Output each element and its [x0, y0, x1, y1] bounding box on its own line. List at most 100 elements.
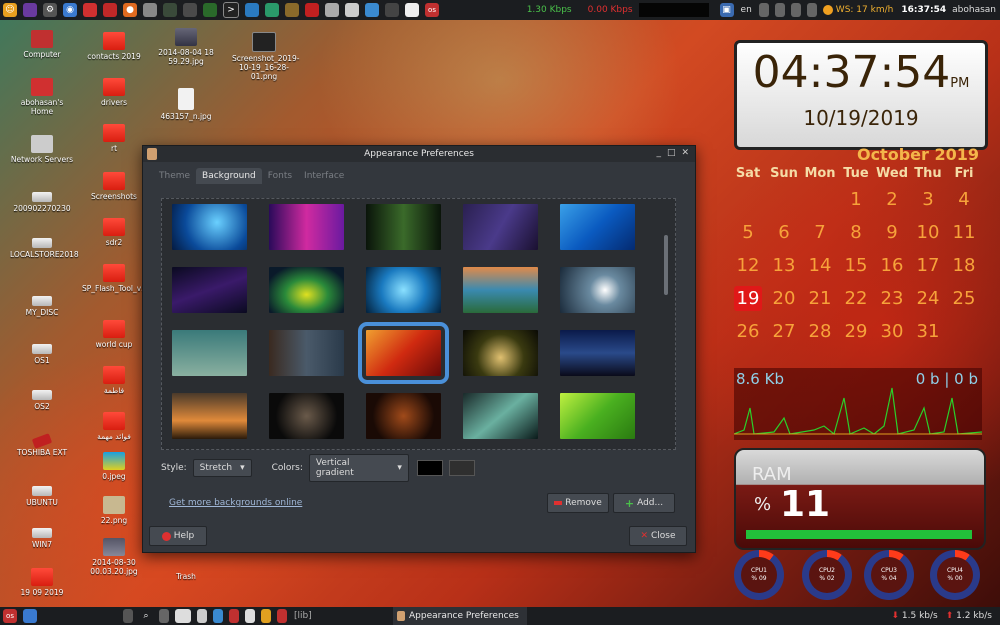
- launcher-icon[interactable]: [23, 3, 37, 17]
- monitor-icon[interactable]: [163, 3, 177, 17]
- maximize-icon[interactable]: □: [667, 148, 676, 158]
- wallpaper-thumbnail[interactable]: [560, 330, 635, 376]
- wallpaper-thumbnail[interactable]: [172, 330, 247, 376]
- desktop-icon-image[interactable]: 2014-08-04 18 59.29.jpg: [154, 28, 218, 66]
- terminal-icon[interactable]: >: [223, 2, 239, 18]
- get-more-backgrounds-link[interactable]: Get more backgrounds online: [169, 498, 302, 508]
- os-menu-icon[interactable]: os: [3, 609, 17, 623]
- wallpaper-thumbnail[interactable]: [463, 330, 538, 376]
- app-icon[interactable]: [345, 3, 359, 17]
- wallpaper-thumbnail[interactable]: [463, 204, 538, 250]
- desktop-icon-drive[interactable]: MY_DISC: [10, 290, 74, 317]
- wallpaper-thumbnail[interactable]: [269, 204, 344, 250]
- app-icon[interactable]: [245, 3, 259, 17]
- app-icon[interactable]: [229, 609, 239, 623]
- desktop-icon-folder[interactable]: world cup: [82, 320, 146, 349]
- wallpaper-thumbnail[interactable]: [269, 393, 344, 439]
- settings-icon[interactable]: ⚙: [43, 3, 57, 17]
- desktop-icon-trash[interactable]: Trash: [154, 552, 218, 581]
- desktop-icon-folder[interactable]: contacts 2019: [82, 32, 146, 61]
- add-button[interactable]: + Add...: [613, 493, 675, 513]
- wallpaper-thumbnail[interactable]: [172, 204, 247, 250]
- wallpaper-thumbnail[interactable]: [366, 267, 441, 313]
- desktop-icon-folder[interactable]: sdr2: [82, 218, 146, 247]
- desktop-icon-folder[interactable]: فاطمة: [82, 366, 146, 395]
- desktop-icon-home[interactable]: abohasan's Home: [10, 78, 74, 116]
- document-icon[interactable]: [213, 609, 223, 623]
- volume-icon[interactable]: [806, 3, 817, 17]
- desktop-icon-folder[interactable]: فوائد مهمة: [82, 412, 146, 441]
- app-icon[interactable]: [325, 3, 339, 17]
- desktop-icon-drive[interactable]: LOCALSTORE2018: [10, 232, 79, 259]
- app-icon[interactable]: [305, 3, 319, 17]
- clock-text[interactable]: 16:37:54: [901, 5, 946, 15]
- colors-dropdown[interactable]: Vertical gradient ▾: [308, 454, 409, 482]
- wallpaper-thumbnail[interactable]: [560, 267, 635, 313]
- desktop-icon-drive[interactable]: WIN7: [10, 522, 74, 549]
- book-icon[interactable]: [285, 3, 299, 17]
- app-icon[interactable]: [103, 3, 117, 17]
- style-dropdown[interactable]: Stretch ▾: [192, 459, 252, 477]
- search-icon[interactable]: ⌕: [139, 609, 153, 623]
- wallpaper-thumbnail[interactable]: [366, 204, 441, 250]
- tab-background[interactable]: Background: [196, 168, 262, 184]
- folder-icon[interactable]: [277, 609, 287, 623]
- desktop-icon-drive[interactable]: OS1: [10, 338, 74, 365]
- help-button[interactable]: Help: [149, 526, 207, 546]
- folder-task[interactable]: [lib]: [294, 611, 312, 621]
- desktop-icon-folder[interactable]: SP_Flash_Tool_v5.1916_Linux: [82, 264, 191, 293]
- app-icon[interactable]: [123, 609, 133, 623]
- keyboard-layout[interactable]: en: [741, 5, 752, 15]
- tab-fonts[interactable]: Fonts: [262, 168, 298, 184]
- app-icon[interactable]: [265, 3, 279, 17]
- wallpaper-thumbnail[interactable]: [463, 393, 538, 439]
- wallpaper-thumbnail[interactable]: [269, 267, 344, 313]
- wallpaper-thumbnail[interactable]: [560, 393, 635, 439]
- firefox-icon[interactable]: ●: [123, 3, 137, 17]
- battery-icon[interactable]: [790, 3, 801, 17]
- remove-button[interactable]: Remove: [547, 493, 609, 513]
- wallpaper-thumbnail[interactable]: [269, 330, 344, 376]
- app-icon[interactable]: [405, 3, 419, 17]
- wallpaper-thumbnail-selected[interactable]: [358, 322, 449, 384]
- desktop-icon-computer[interactable]: Computer: [10, 30, 74, 59]
- app-icon[interactable]: [83, 3, 97, 17]
- user-name[interactable]: abohasan: [952, 5, 996, 15]
- desktop-icon-folder[interactable]: rt: [82, 124, 146, 153]
- primary-color-swatch[interactable]: [416, 460, 443, 476]
- desktop-icon[interactable]: [23, 609, 37, 623]
- menu-icon[interactable]: ☺: [3, 3, 17, 17]
- desktop-icon-drive[interactable]: TOSHIBA EXT: [10, 430, 74, 457]
- taskbar-appearance-preferences[interactable]: Appearance Preferences: [393, 607, 527, 625]
- tool-icon[interactable]: [183, 3, 197, 17]
- minimize-icon[interactable]: _: [656, 148, 661, 158]
- monitor-icon[interactable]: [758, 3, 769, 17]
- wallpaper-thumbnail[interactable]: [172, 267, 247, 313]
- desktop-icon-drive[interactable]: UBUNTU: [10, 480, 74, 507]
- screenshot-icon[interactable]: ▣: [719, 3, 734, 17]
- app-icon[interactable]: [385, 3, 399, 17]
- keyboard-icon[interactable]: [175, 609, 191, 623]
- desktop-icon-image[interactable]: 22.png: [82, 496, 146, 525]
- app-icon[interactable]: os: [425, 3, 439, 17]
- app-icon[interactable]: [159, 609, 169, 623]
- desktop-icon-image[interactable]: Screenshot_2019-10-19_16-28-01.png: [232, 32, 300, 81]
- desktop-icon-network[interactable]: Network Servers: [10, 135, 74, 164]
- desktop-icon-image[interactable]: 2014-08-30 00.03.20.jpg: [82, 538, 146, 576]
- desktop-icon-drive[interactable]: OS2: [10, 384, 74, 411]
- files-icon[interactable]: [143, 3, 157, 17]
- close-icon[interactable]: ✕: [681, 148, 689, 158]
- wallpaper-thumbnail[interactable]: [560, 204, 635, 250]
- close-button[interactable]: ✕ Close: [629, 526, 687, 546]
- app-icon[interactable]: [261, 609, 271, 623]
- secondary-color-swatch[interactable]: [448, 460, 475, 476]
- chat-icon[interactable]: [365, 3, 379, 17]
- desktop-icon-folder[interactable]: Screenshots: [82, 172, 146, 201]
- desktop-icon-image[interactable]: 463157_n.jpg: [154, 88, 218, 121]
- tab-theme[interactable]: Theme: [153, 168, 196, 184]
- gallery-scrollbar[interactable]: [664, 235, 668, 295]
- wallpaper-thumbnail[interactable]: [463, 267, 538, 313]
- app-icon[interactable]: [197, 609, 207, 623]
- wallpaper-thumbnail[interactable]: [172, 393, 247, 439]
- browser-icon[interactable]: ◉: [63, 3, 77, 17]
